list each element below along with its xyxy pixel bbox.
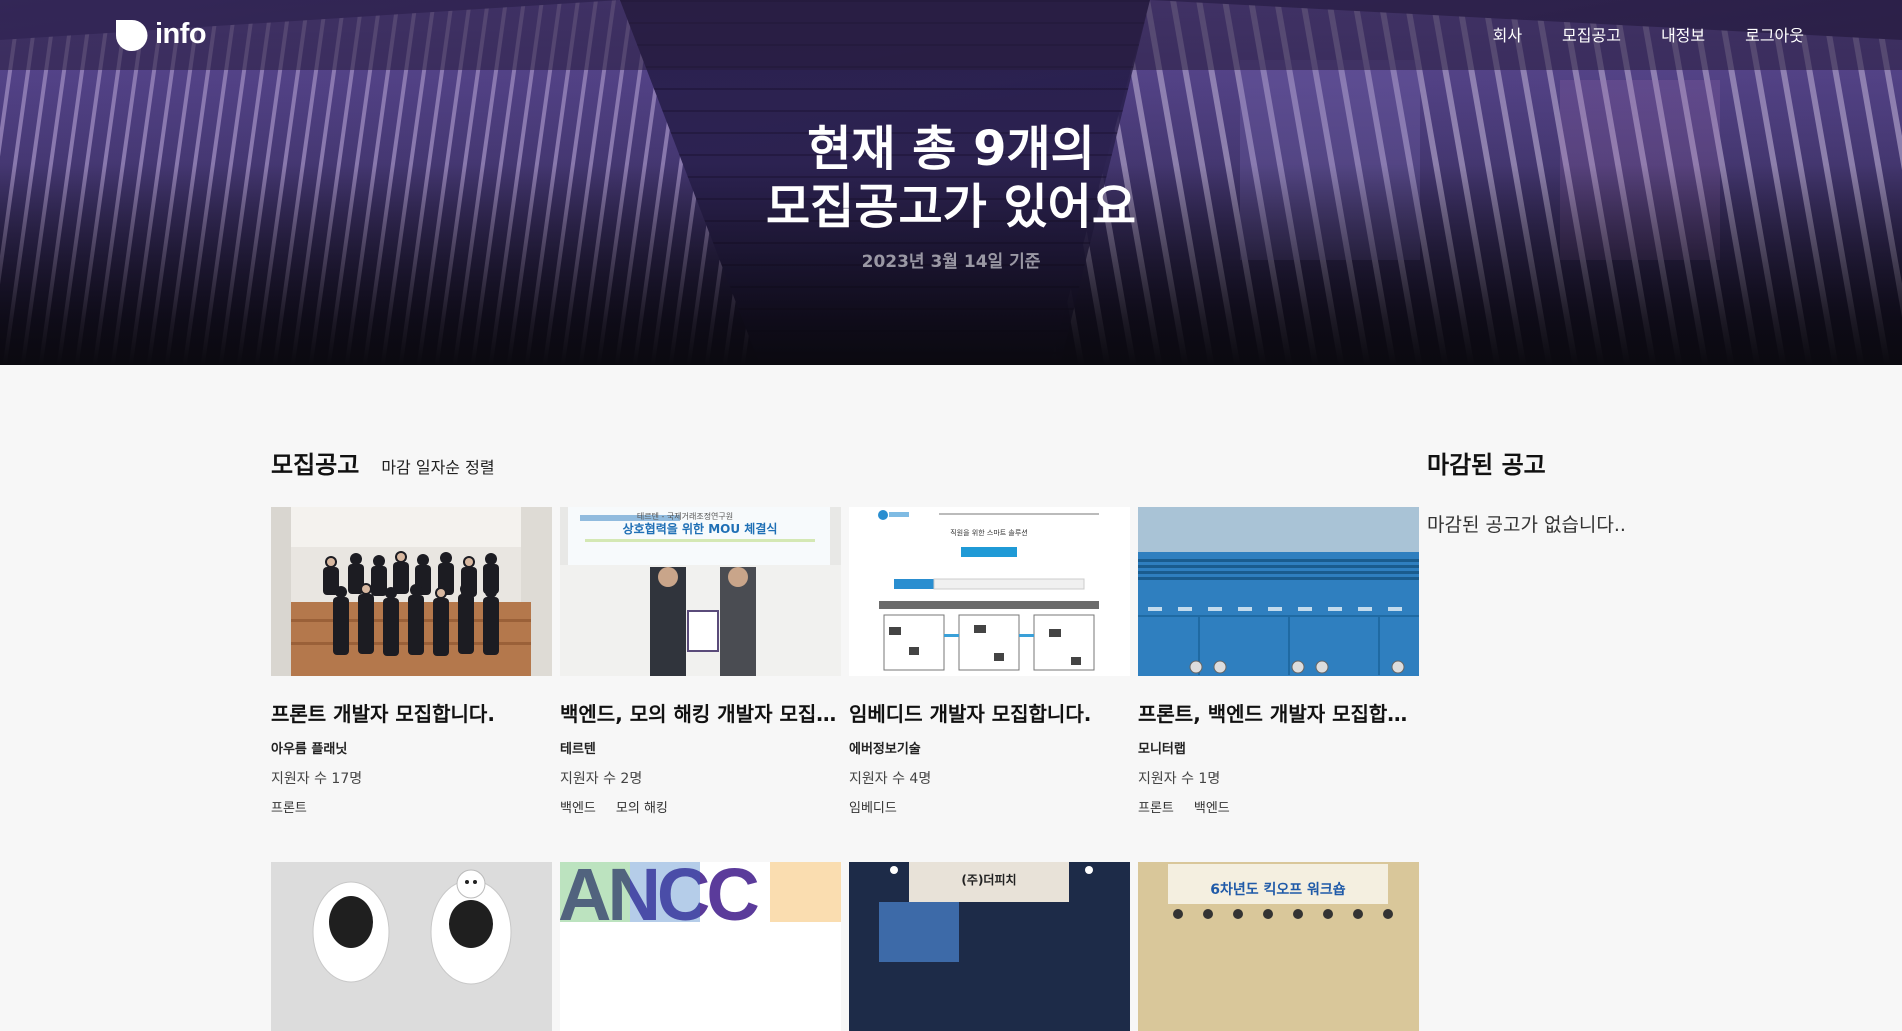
posting-card[interactable]: 프론트, 백엔드 개발자 모집합니다. 모니터랩 지원자 수 1명 프론트 백엔… xyxy=(1138,507,1419,816)
logo[interactable]: info xyxy=(114,16,207,52)
posting-applicant-count: 지원자 수 1명 xyxy=(1138,771,1221,787)
closed-postings-title: 마감된 공고 xyxy=(1427,451,1546,479)
main-nav: 회사 모집공고 내정보 로그아웃 xyxy=(1493,22,1804,46)
posting-thumbnail: ANCC xyxy=(560,862,841,1031)
sort-by-deadline-button[interactable]: 마감 일자순 정렬 xyxy=(381,454,494,478)
posting-thumbnail: 테르텐 - 국제거래조정연구원 상호협력을 위한 MOU 체결식 xyxy=(560,507,841,676)
server-rack-image xyxy=(1138,507,1419,676)
posting-tags: 백엔드 모의 해킹 xyxy=(560,797,841,816)
posting-card[interactable]: (주)더피치 xyxy=(849,862,1130,1031)
workshop-banner-text: 6차년도 킥오프 워크숍 xyxy=(1210,881,1346,898)
posting-tags: 임베디드 xyxy=(849,797,1130,816)
posting-thumbnail: 직원을 위한 스마트 솔루션 xyxy=(849,507,1130,676)
mou-ceremony-image: 테르텐 - 국제거래조정연구원 상호협력을 위한 MOU 체결식 xyxy=(560,507,841,676)
posting-card[interactable]: 6차년도 킥오프 워크숍 xyxy=(1138,862,1419,1031)
posting-title: 백엔드, 모의 해킹 개발자 모집합니다. xyxy=(560,702,841,726)
posting-tags: 프론트 백엔드 xyxy=(1138,797,1419,816)
posting-company: 에버정보기술 xyxy=(849,742,921,757)
posting-thumbnail xyxy=(271,862,552,1031)
mou-sub-text: 테르텐 - 국제거래조정연구원 xyxy=(637,511,733,521)
workshop-photo-image: 6차년도 킥오프 워크숍 xyxy=(1138,862,1419,1031)
hero-banner: info 회사 모집공고 내정보 로그아웃 현재 총 9개의 모집공고가 있어요… xyxy=(0,0,1902,365)
posting-tag: 프론트 xyxy=(271,801,307,816)
posting-thumbnail xyxy=(1138,507,1419,676)
posting-title: 임베디드 개발자 모집합니다. xyxy=(849,702,1092,726)
posting-thumbnail xyxy=(271,507,552,676)
postings-title: 모집공고 xyxy=(271,451,360,479)
posting-card[interactable]: 테르텐 - 국제거래조정연구원 상호협력을 위한 MOU 체결식 백엔드, 모의… xyxy=(560,507,841,816)
posting-tag: 백엔드 xyxy=(1193,801,1230,816)
logo-text: info xyxy=(155,17,207,50)
posting-tag: 모의 해킹 xyxy=(615,801,668,816)
postings-header: 모집공고 마감 일자순 정렬 xyxy=(271,445,495,480)
posting-card[interactable] xyxy=(271,862,552,1031)
posting-card[interactable]: 직원을 위한 스마트 솔루션 임베디드 개발자 모집합니다. 에버정보기술 지원… xyxy=(849,507,1130,816)
posting-thumbnail: (주)더피치 xyxy=(849,862,1130,1031)
posting-title: 프론트, 백엔드 개발자 모집합니다. xyxy=(1138,702,1419,726)
store-sign-text: (주)더피치 xyxy=(961,872,1016,887)
nav-logout[interactable]: 로그아웃 xyxy=(1745,22,1804,46)
hero-title: 현재 총 9개의 모집공고가 있어요 xyxy=(0,120,1902,236)
posting-tag: 프론트 xyxy=(1138,801,1174,816)
posting-applicant-count: 지원자 수 4명 xyxy=(849,771,932,787)
nav-my-info[interactable]: 내정보 xyxy=(1661,22,1705,46)
team-photo-image xyxy=(271,507,552,676)
closed-postings-empty-message: 마감된 공고가 없습니다.. xyxy=(1427,514,1626,536)
store-front-image: (주)더피치 xyxy=(849,862,1130,1031)
hero-date: 2023년 3월 14일 기준 xyxy=(861,252,1041,272)
logo-icon xyxy=(116,19,148,51)
posting-tags: 프론트 xyxy=(271,797,552,816)
closed-postings-panel: 마감된 공고 마감된 공고가 없습니다.. xyxy=(1427,445,1847,537)
posting-company: 아우름 플래닛 xyxy=(271,742,348,757)
top-navbar: info 회사 모집공고 내정보 로그아웃 xyxy=(0,0,1902,70)
posting-card[interactable]: 프론트 개발자 모집합니다. 아우름 플래닛 지원자 수 17명 프론트 xyxy=(271,507,552,816)
main-content: 모집공고 마감 일자순 정렬 프론트 개발자 모집합니다. 아우름 플래닛 지원… xyxy=(0,365,1902,1031)
ancc-logo-image: ANCC xyxy=(560,862,841,1031)
robot-image xyxy=(271,862,552,1031)
posting-tag: 백엔드 xyxy=(560,801,596,816)
nav-company[interactable]: 회사 xyxy=(1493,22,1522,46)
posting-applicant-count: 지원자 수 2명 xyxy=(560,771,643,787)
nav-postings[interactable]: 모집공고 xyxy=(1562,22,1621,46)
posting-company: 테르텐 xyxy=(560,742,596,757)
hero-title-line2: 모집공고가 있어요 xyxy=(766,179,1136,235)
security-solution-image: 직원을 위한 스마트 솔루션 xyxy=(849,507,1130,676)
posting-applicant-count: 지원자 수 17명 xyxy=(271,771,363,787)
posting-card[interactable]: ANCC xyxy=(560,862,841,1031)
security-title-text: 직원을 위한 스마트 솔루션 xyxy=(950,528,1028,537)
posting-title: 프론트 개발자 모집합니다. xyxy=(271,702,495,726)
mou-banner-text: 상호협력을 위한 MOU 체결식 xyxy=(623,521,778,536)
posting-tag: 임베디드 xyxy=(849,801,897,816)
posting-company: 모니터랩 xyxy=(1138,742,1186,757)
posting-thumbnail: 6차년도 킥오프 워크숍 xyxy=(1138,862,1419,1031)
hero-title-line1: 현재 총 9개의 xyxy=(807,121,1095,177)
